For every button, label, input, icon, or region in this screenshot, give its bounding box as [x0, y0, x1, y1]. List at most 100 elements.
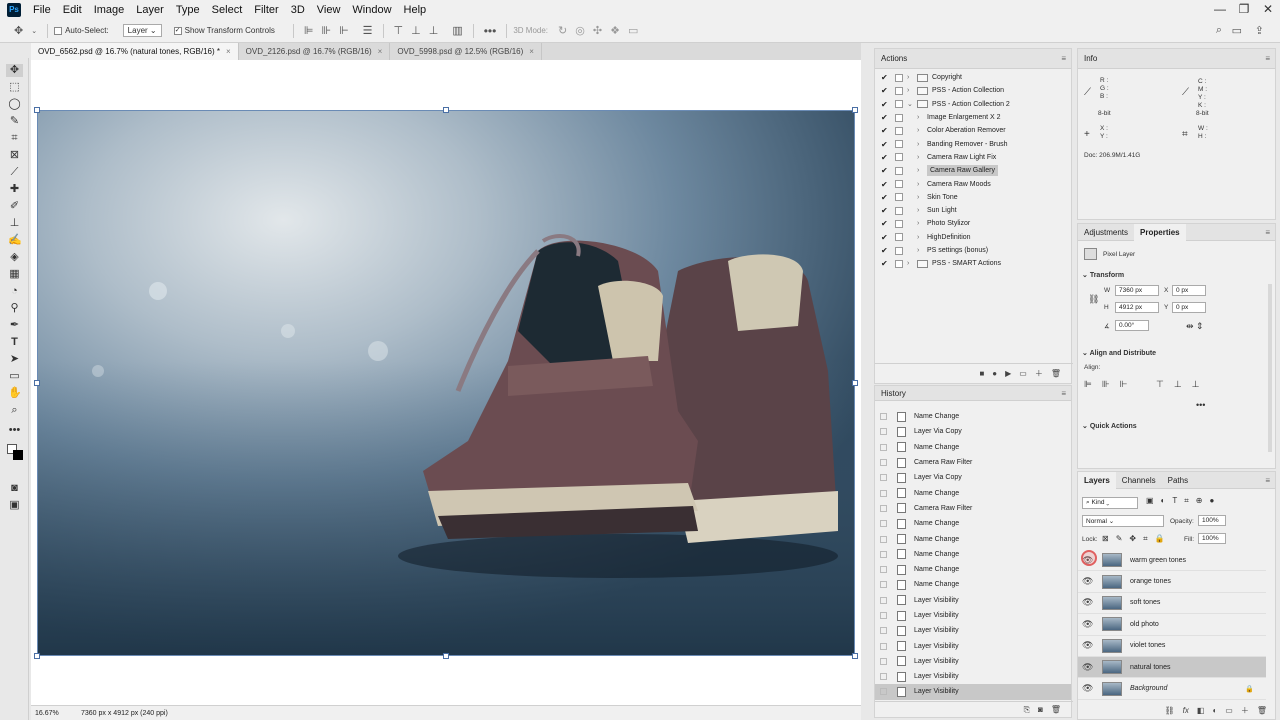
mask-icon[interactable]: ◧ [1197, 706, 1205, 715]
layer-row[interactable]: 👁 soft tones [1078, 593, 1266, 615]
layers-tab[interactable]: Layers [1078, 471, 1116, 489]
align-right-icon[interactable]: ⊩ [339, 24, 349, 37]
check-icon[interactable]: ✔ [881, 219, 891, 228]
eye-icon[interactable]: 👁 [1082, 576, 1094, 587]
check-icon[interactable]: ✔ [881, 193, 891, 202]
history-brush-source[interactable] [880, 428, 887, 436]
check-icon[interactable]: ✔ [881, 246, 891, 255]
transform-handle[interactable] [34, 653, 40, 659]
dialog-toggle[interactable] [895, 73, 903, 82]
eye-icon[interactable]: 👁 [1082, 662, 1094, 673]
chevron-icon[interactable]: › [917, 234, 927, 241]
chevron-icon[interactable]: › [917, 167, 927, 174]
crop-tool-icon[interactable]: ⌗ [8, 132, 21, 145]
play-icon[interactable]: ▶ [1005, 369, 1011, 378]
align-left-icon[interactable]: ⊫ [304, 24, 314, 37]
eyedropper-tool-icon[interactable]: ⟋ [8, 166, 21, 179]
3d-rotate-icon[interactable]: ↻ [558, 24, 567, 37]
check-icon[interactable]: ✔ [881, 100, 891, 109]
eye-icon[interactable]: 👁 [1082, 619, 1094, 630]
gradient-tool-icon[interactable]: ▦ [8, 268, 21, 281]
chevron-icon[interactable]: › [907, 260, 917, 267]
kind-filter[interactable]: ⌕ Kind ⌄ [1082, 497, 1138, 509]
history-brush-source[interactable] [880, 443, 887, 451]
history-item[interactable]: Layer Visibility [875, 638, 1071, 653]
chevron-icon[interactable]: › [917, 194, 927, 201]
blur-tool-icon[interactable]: ◔ [8, 285, 21, 298]
auto-select-dropdown[interactable]: Layer ⌄ [122, 24, 162, 37]
menu-item[interactable]: Edit [57, 4, 88, 16]
dialog-toggle[interactable] [895, 166, 903, 175]
menu-item[interactable]: Type [170, 4, 206, 16]
action-item[interactable]: ✔ › HighDefinition [875, 231, 1071, 244]
quick-actions-section[interactable]: ⌄ Quick Actions [1082, 422, 1137, 430]
flip-horizontal-icon[interactable]: ⇹ [1186, 321, 1194, 332]
align-buttons-left[interactable]: ⊫⊪⊩ [1084, 379, 1138, 390]
history-item[interactable]: Layer Visibility [875, 593, 1071, 608]
distribute-icon[interactable]: ☰ [363, 24, 373, 37]
new-document-from-state-icon[interactable]: ⎘ [1024, 705, 1030, 715]
check-icon[interactable]: ✔ [881, 140, 891, 149]
layer-name[interactable]: old photo [1130, 621, 1159, 628]
3d-roll-icon[interactable]: ◎ [575, 24, 585, 37]
lasso-tool-icon[interactable]: ◯ [8, 98, 21, 111]
angle-field[interactable]: 0.00° [1115, 320, 1149, 331]
menu-item[interactable]: Help [398, 4, 433, 16]
menu-item[interactable]: Filter [248, 4, 284, 16]
stop-icon[interactable]: ■ [979, 369, 984, 378]
transform-handle[interactable] [443, 653, 449, 659]
history-brush-source[interactable] [880, 596, 887, 604]
history-item[interactable]: Layer Via Copy [875, 470, 1071, 485]
dialog-toggle[interactable] [895, 86, 903, 95]
more-options-icon[interactable]: ••• [484, 24, 497, 38]
actions-tab[interactable]: Actions [875, 50, 913, 67]
check-icon[interactable]: ✔ [881, 180, 891, 189]
snapshot-icon[interactable]: ◙ [1038, 705, 1043, 714]
delete-layer-icon[interactable]: 🗑 [1257, 706, 1267, 715]
layer-row[interactable]: 👁 Background 🔒 [1078, 678, 1266, 700]
history-item[interactable]: Layer Visibility [875, 669, 1071, 684]
action-item[interactable]: ✔ › Banding Remover - Brush [875, 137, 1071, 150]
delete-icon[interactable]: 🗑 [1051, 369, 1061, 378]
layer-row[interactable]: 👁 violet tones [1078, 636, 1266, 657]
eraser-tool-icon[interactable]: ◈ [8, 251, 21, 264]
auto-select-checkbox[interactable] [54, 26, 63, 35]
history-brush-source[interactable] [880, 474, 887, 482]
clone-stamp-tool-icon[interactable]: ⊥ [8, 217, 21, 230]
history-brush-source[interactable] [880, 657, 887, 665]
menu-item[interactable]: View [311, 4, 347, 16]
dialog-toggle[interactable] [895, 140, 903, 149]
chevron-icon[interactable]: › [917, 127, 927, 134]
3d-drag-icon[interactable]: ✣ [593, 24, 602, 37]
action-item[interactable]: ✔ › Skin Tone [875, 191, 1071, 204]
pen-tool-icon[interactable]: ✒ [8, 319, 21, 332]
close-button[interactable]: ✕ [1256, 0, 1280, 19]
layer-name[interactable]: orange tones [1130, 578, 1171, 585]
action-item[interactable]: ✔ ⌄ PSS - Action Collection 2 [875, 98, 1071, 111]
flip-vertical-icon[interactable]: ⇕ [1196, 321, 1204, 332]
dialog-toggle[interactable] [895, 113, 903, 122]
move-tool-icon[interactable]: ✥ [14, 24, 23, 37]
opacity-field[interactable]: 100% [1198, 515, 1226, 526]
history-brush-source[interactable] [880, 413, 887, 421]
transform-section[interactable]: ⌄ Transform [1082, 271, 1124, 279]
info-tab[interactable]: Info [1078, 50, 1103, 67]
dialog-toggle[interactable] [895, 233, 903, 242]
check-icon[interactable]: ✔ [881, 86, 891, 95]
history-brush-source[interactable] [880, 688, 887, 696]
history-brush-source[interactable] [880, 673, 887, 681]
adjustments-tab[interactable]: Adjustments [1078, 224, 1134, 241]
transform-handle[interactable] [852, 107, 858, 113]
document-tab[interactable]: OVD_6562.psd @ 16.7% (natural tones, RGB… [31, 43, 239, 60]
history-item[interactable]: Camera Raw Filter [875, 501, 1071, 516]
width-field[interactable]: 7360 px [1115, 285, 1159, 296]
paths-tab[interactable]: Paths [1162, 472, 1194, 489]
history-brush-source[interactable] [880, 581, 887, 589]
check-icon[interactable]: ✔ [881, 206, 891, 215]
canvas-image[interactable] [37, 110, 855, 656]
document-info[interactable]: 7360 px x 4912 px (240 ppi) [81, 710, 168, 717]
channels-tab[interactable]: Channels [1116, 472, 1162, 489]
transform-handle[interactable] [852, 380, 858, 386]
dodge-tool-icon[interactable]: ⚲ [8, 302, 21, 315]
close-tab-icon[interactable]: × [529, 47, 534, 56]
